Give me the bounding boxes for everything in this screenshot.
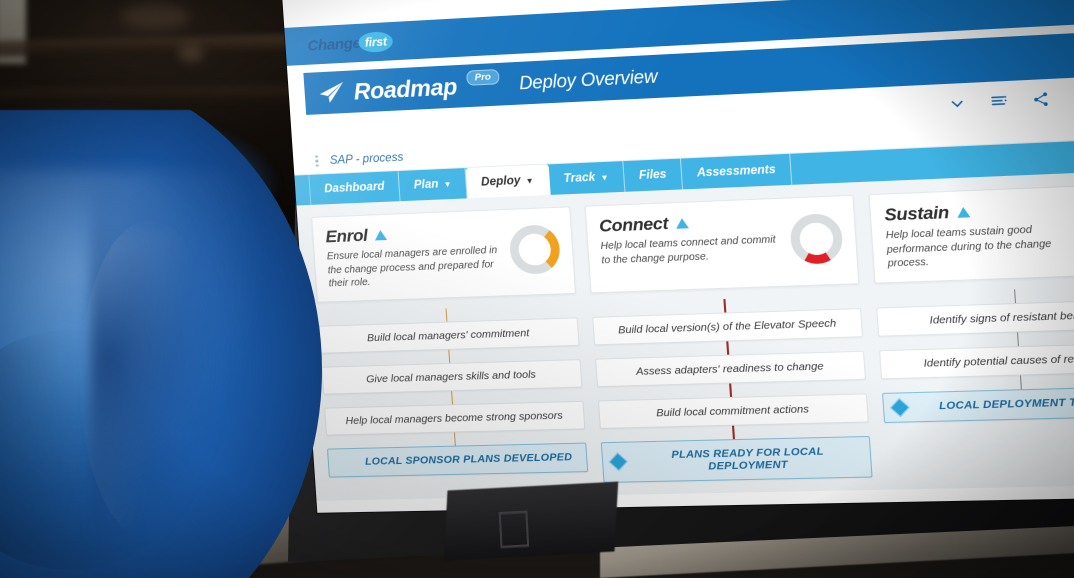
card-title: Enrol bbox=[325, 226, 368, 248]
shelf-object-1 bbox=[120, 4, 190, 30]
brand-word: Change bbox=[307, 34, 361, 54]
process-column-1: Build local managers' commitment Give loc… bbox=[318, 304, 589, 488]
connector-line bbox=[448, 349, 450, 362]
chevron-down-icon: ▼ bbox=[600, 173, 609, 183]
chevron-down-icon: ▼ bbox=[525, 176, 534, 185]
photo-scene: Brian Casey My account Logout bbox=[0, 0, 1074, 578]
outcome-milestone[interactable]: LOCAL DEPLOYMENT TRACKING bbox=[882, 385, 1074, 423]
page-title: Deploy Overview bbox=[518, 66, 658, 94]
connector-line bbox=[453, 432, 455, 445]
diamond-icon[interactable] bbox=[608, 452, 627, 471]
process-step[interactable]: Identify potential causes of resistance bbox=[879, 341, 1074, 378]
process-step[interactable]: Identify signs of resistant behavior bbox=[877, 298, 1074, 336]
process-step[interactable]: Help local managers become strong sponso… bbox=[324, 400, 585, 435]
process-step[interactable]: Assess adapters' readiness to change bbox=[595, 350, 867, 387]
tab-assessments[interactable]: Assessments bbox=[681, 154, 793, 190]
alert-triangle-icon[interactable] bbox=[675, 218, 688, 229]
apple-logo-icon:  bbox=[491, 503, 538, 557]
tab-deploy[interactable]: Deploy ▼ bbox=[466, 164, 550, 198]
card-title: Connect bbox=[599, 214, 669, 237]
progress-donut-connect bbox=[789, 213, 844, 265]
process-step[interactable]: Build local commitment actions bbox=[598, 393, 870, 429]
imac-monitor: Brian Casey My account Logout bbox=[196, 0, 1074, 566]
progress-donut-enrol bbox=[508, 224, 561, 275]
connector-line bbox=[726, 341, 729, 354]
help-text: readiness check of your plan highlights … bbox=[317, 483, 1074, 512]
tab-plan[interactable]: Plan ▼ bbox=[399, 168, 468, 201]
connector-line bbox=[724, 299, 726, 312]
main-content: Enrol Ensure local managers are enrolled … bbox=[296, 169, 1074, 513]
outcome-label: LOCAL DEPLOYMENT TRACKING bbox=[915, 394, 1074, 413]
card-text: Sustain Help local teams sustain good per… bbox=[884, 197, 1074, 271]
connector-line bbox=[1020, 375, 1023, 389]
card-description: Help local teams sustain good performanc… bbox=[885, 222, 1074, 272]
tab-label: Deploy bbox=[481, 175, 521, 189]
diamond-icon[interactable] bbox=[890, 397, 910, 416]
person-head bbox=[0, 96, 350, 216]
alert-triangle-icon bbox=[906, 503, 918, 513]
screen-wrapper: Brian Casey My account Logout bbox=[196, 0, 1074, 566]
process-step[interactable]: Build local version(s) of the Elevator S… bbox=[592, 308, 864, 345]
connector-line bbox=[451, 391, 453, 404]
imac-screen: Brian Casey My account Logout bbox=[282, 0, 1074, 513]
chevron-down-icon: ▼ bbox=[443, 179, 452, 188]
connector-line bbox=[445, 308, 447, 321]
tab-label: Track bbox=[563, 172, 595, 186]
process-step[interactable]: Build local managers' commitment bbox=[319, 317, 580, 353]
list-icon[interactable] bbox=[990, 93, 1009, 111]
card-text: Enrol Ensure local managers are enrolled … bbox=[325, 220, 506, 291]
connector-line bbox=[1017, 332, 1020, 346]
alert-triangle-icon[interactable] bbox=[956, 207, 970, 218]
brand-badge: first bbox=[358, 31, 394, 53]
connector-line bbox=[729, 383, 732, 396]
tab-files[interactable]: Files bbox=[623, 159, 683, 192]
connector-line bbox=[1014, 289, 1017, 303]
connector-line bbox=[732, 425, 735, 438]
phase-card-sustain[interactable]: Sustain Help local teams sustain good per… bbox=[869, 183, 1074, 283]
help-line-1: readiness check of your plan highlights … bbox=[341, 503, 903, 512]
card-title-row: Enrol bbox=[325, 220, 503, 247]
tab-label: Plan bbox=[413, 178, 438, 191]
pro-badge: Pro bbox=[466, 69, 500, 86]
share-icon[interactable] bbox=[1032, 91, 1051, 109]
phase-card-connect[interactable]: Connect Help local teams connect and comm… bbox=[584, 195, 859, 293]
process-step[interactable]: Give local managers skills and tools bbox=[321, 359, 582, 395]
phase-cards: Enrol Ensure local managers are enrolled … bbox=[311, 183, 1074, 303]
card-description: Help local teams connect and commit to t… bbox=[600, 233, 786, 268]
card-title-row: Sustain bbox=[884, 197, 1074, 226]
outcome-milestone[interactable]: PLANS READY FOR LOCAL DEPLOYMENT bbox=[600, 435, 873, 482]
outcome-label: PLANS READY FOR LOCAL DEPLOYMENT bbox=[632, 444, 865, 474]
card-description: Ensure local managers are enrolled in th… bbox=[326, 244, 505, 291]
chevron-down-icon[interactable] bbox=[948, 95, 967, 113]
outcome-label: LOCAL SPONSOR PLANS DEVELOPED bbox=[357, 451, 580, 468]
process-column-3: Identify signs of resistant behavior Iden… bbox=[876, 284, 1074, 477]
alert-triangle-icon[interactable] bbox=[374, 230, 387, 241]
app-name: Roadmap bbox=[353, 73, 458, 105]
tab-label: Files bbox=[639, 168, 667, 181]
card-title: Sustain bbox=[884, 202, 950, 225]
card-title-row: Connect bbox=[599, 209, 784, 237]
outcome-milestone[interactable]: LOCAL SPONSOR PLANS DEVELOPED bbox=[327, 442, 588, 477]
tab-label: Assessments bbox=[697, 164, 777, 180]
process-column-2: Build local version(s) of the Elevator S… bbox=[591, 294, 873, 482]
phase-card-enrol[interactable]: Enrol Ensure local managers are enrolled … bbox=[311, 206, 576, 302]
tab-track[interactable]: Track ▼ bbox=[548, 161, 625, 195]
card-text: Connect Help local teams connect and comm… bbox=[599, 209, 787, 267]
process-columns: Build local managers' commitment Give loc… bbox=[318, 284, 1074, 488]
